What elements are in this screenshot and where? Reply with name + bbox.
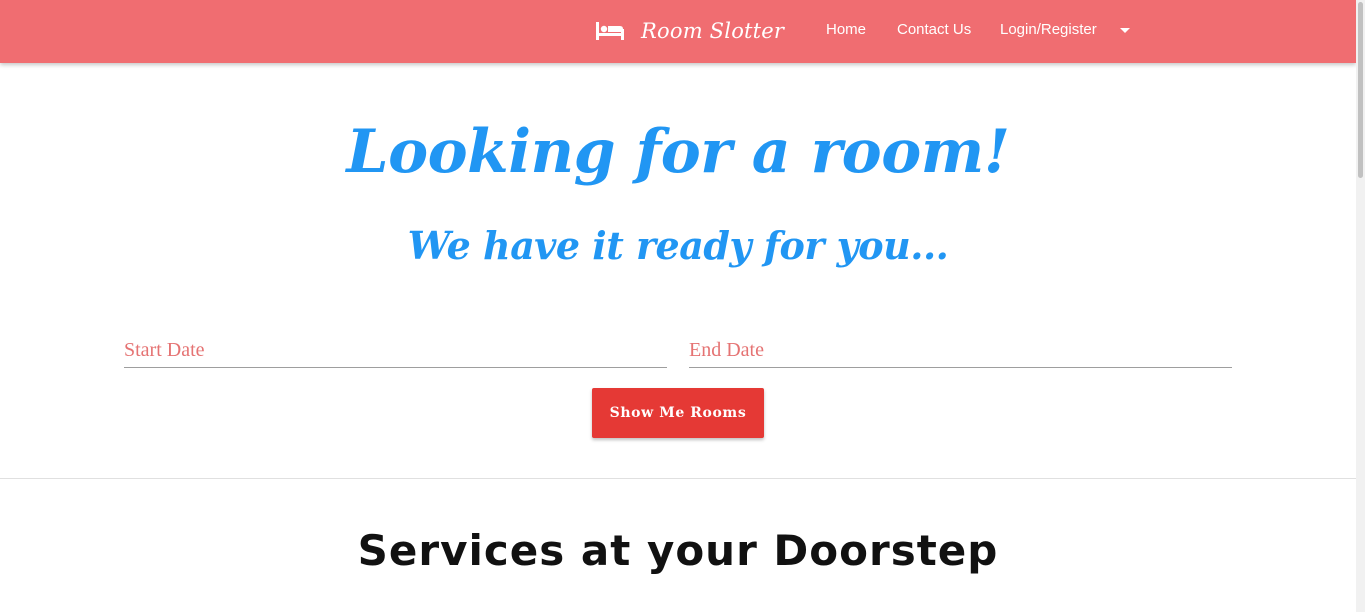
nav-link-login-register[interactable]: Login/Register (1000, 21, 1097, 38)
nav-link-contact[interactable]: Contact Us (897, 21, 971, 38)
show-me-rooms-button[interactable]: Show Me Rooms (592, 388, 764, 438)
brand-name: Room Slotter (641, 19, 785, 43)
services-title: Services at your Doorstep (357, 526, 999, 575)
navbar: Room Slotter Home Contact Us Login/Regis… (0, 0, 1356, 63)
section-divider (0, 478, 1356, 479)
nav-link-home[interactable]: Home (826, 21, 866, 38)
page: Room Slotter Home Contact Us Login/Regis… (0, 0, 1365, 612)
hero-title: Looking for a room! (346, 117, 1010, 187)
scrollbar-thumb[interactable] (1358, 2, 1363, 178)
page-scrollbar[interactable] (1356, 0, 1365, 612)
brand-link[interactable]: Room Slotter (595, 15, 784, 47)
hero-subtitle: We have it ready for you... (407, 223, 949, 268)
caret-down-icon[interactable] (1120, 28, 1130, 33)
bed-icon (595, 21, 625, 41)
start-date-input[interactable] (124, 334, 667, 368)
end-date-input[interactable] (689, 334, 1232, 368)
